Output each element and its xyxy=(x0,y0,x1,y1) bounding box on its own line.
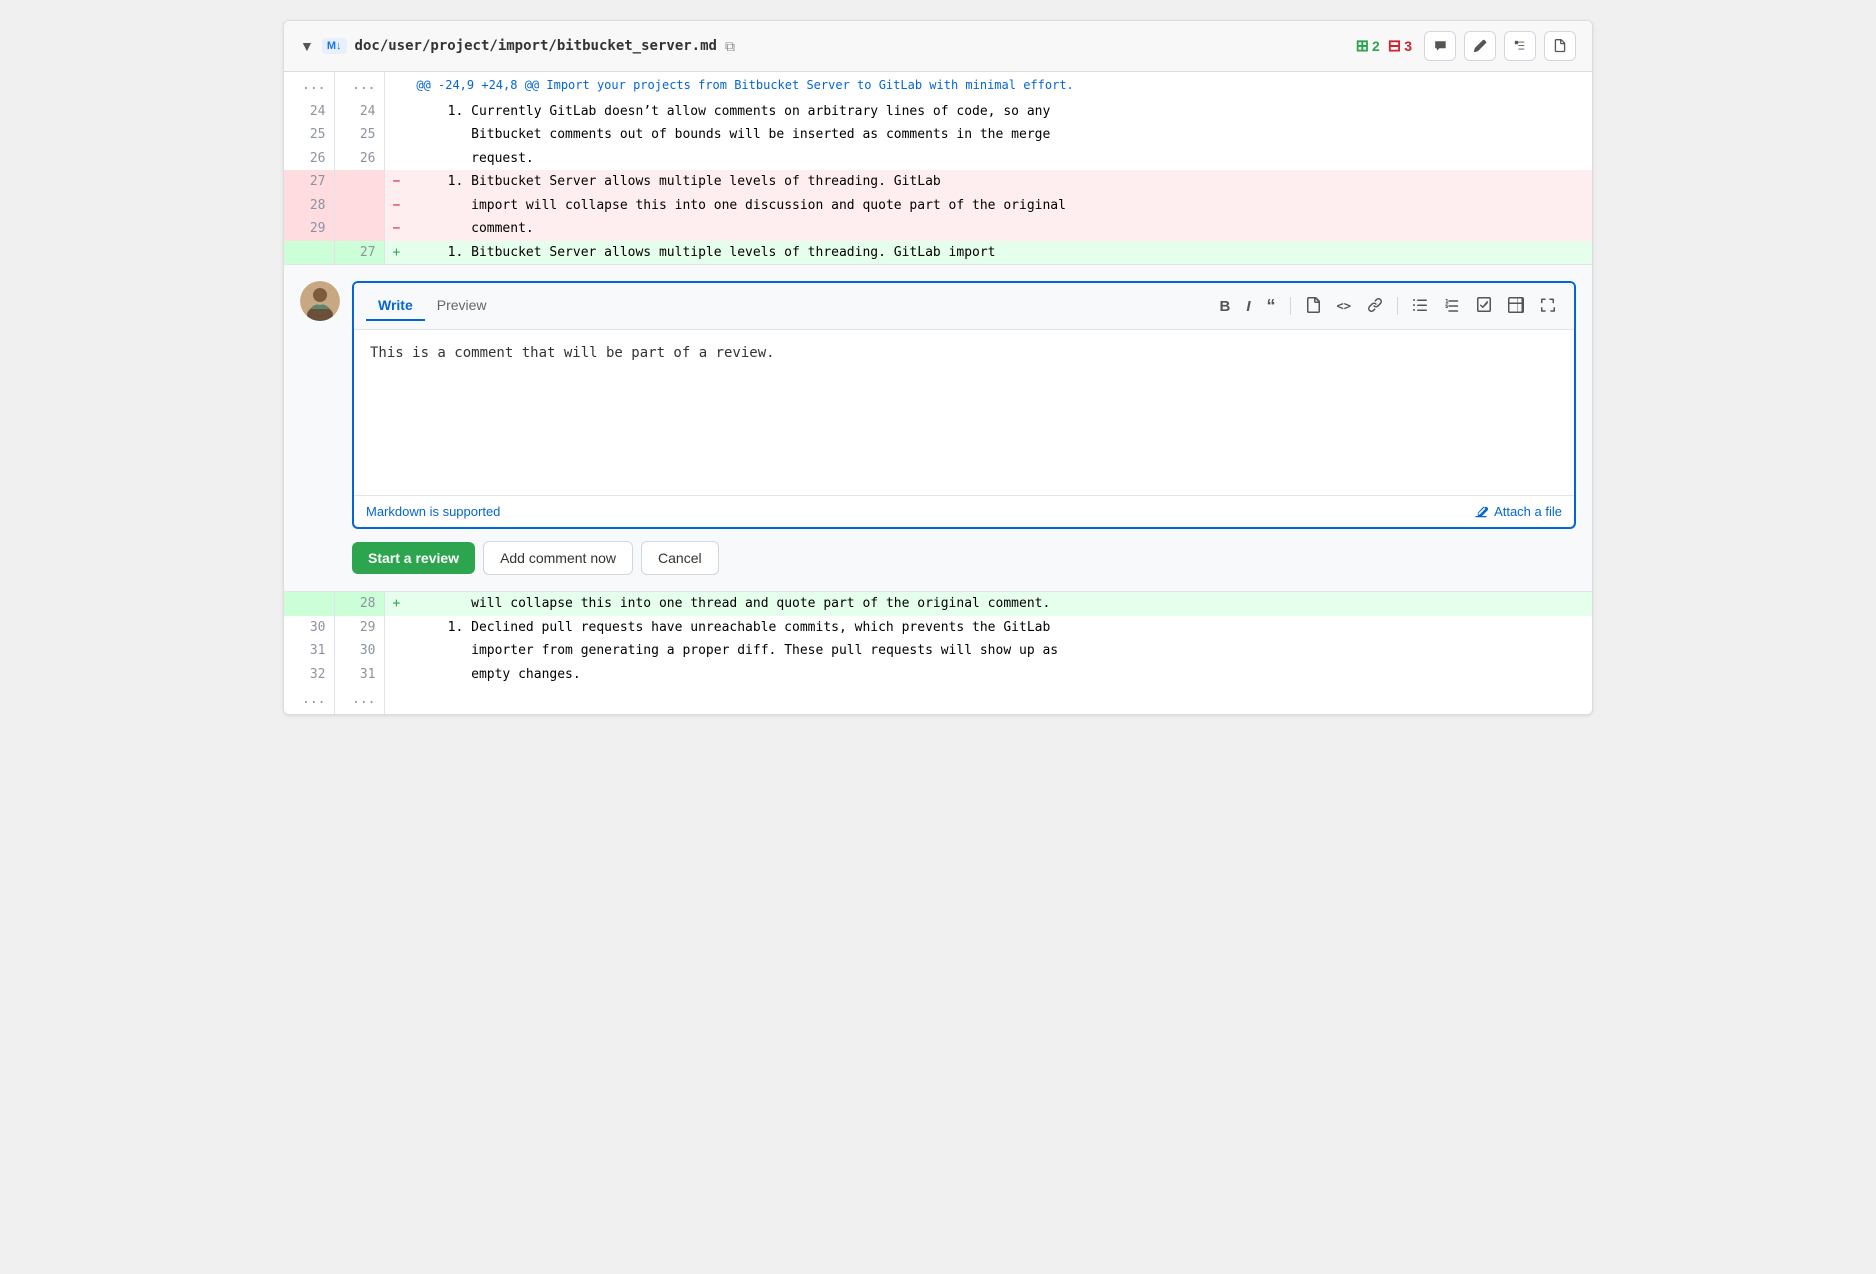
file-type-badge: M↓ xyxy=(322,38,347,54)
comment-toolbar: Write Preview B I “ <> xyxy=(354,283,1574,330)
diff-line-28-added: 28 + will collapse this into one thread … xyxy=(284,592,1592,616)
diff-line-31: 31 30 importer from generating a proper … xyxy=(284,639,1592,663)
diff-line-24: 24 24 1. Currently GitLab doesn’t allow … xyxy=(284,100,1592,124)
comment-tabs: Write Preview xyxy=(366,291,499,321)
quote-btn[interactable]: “ xyxy=(1261,293,1282,319)
comment-actions: Start a review Add comment now Cancel xyxy=(352,541,1576,575)
cancel-button[interactable]: Cancel xyxy=(641,541,719,575)
task-list-btn[interactable] xyxy=(1470,293,1498,320)
table-btn[interactable] xyxy=(1502,293,1530,320)
format-tools: B I “ <> xyxy=(1214,293,1562,320)
file-btn[interactable] xyxy=(1299,293,1327,320)
header-actions xyxy=(1424,31,1576,61)
diff-line-28-removed: 28 − import will collapse this into one … xyxy=(284,194,1592,218)
numbered-list-btn[interactable] xyxy=(1438,293,1466,320)
diff-container: ▼ M↓ doc/user/project/import/bitbucket_s… xyxy=(283,20,1593,715)
line-num-dots-old: ... xyxy=(284,72,334,100)
comment-inner: Write Preview B I “ <> xyxy=(300,281,1576,529)
copy-path-icon[interactable]: ⧉ xyxy=(725,38,735,55)
comment-footer: Markdown is supported Attach a file xyxy=(354,495,1574,527)
user-avatar xyxy=(300,281,340,321)
file-header-left: ▼ M↓ doc/user/project/import/bitbucket_s… xyxy=(300,38,735,55)
added-stat: ⊞ 2 xyxy=(1356,36,1380,56)
diff-line-29-removed: 29 − comment. xyxy=(284,217,1592,241)
fullscreen-btn[interactable] xyxy=(1534,293,1562,320)
start-review-button[interactable]: Start a review xyxy=(352,542,475,574)
attach-file-label: Attach a file xyxy=(1494,504,1562,519)
comment-textarea[interactable]: This is a comment that will be part of a… xyxy=(354,330,1574,490)
bullet-list-btn[interactable] xyxy=(1406,293,1434,320)
diff-line-30: 30 29 1. Declined pull requests have unr… xyxy=(284,616,1592,640)
comment-editor: Write Preview B I “ <> xyxy=(352,281,1576,529)
hunk-info: @@ -24,9 +24,8 @@ Import your projects f… xyxy=(408,72,1591,100)
add-comment-button[interactable]: Add comment now xyxy=(483,541,633,575)
diff-table-bottom: 28 + will collapse this into one thread … xyxy=(284,592,1592,714)
file-path: doc/user/project/import/bitbucket_server… xyxy=(355,38,717,54)
diff-table-top: ... ... @@ -24,9 +24,8 @@ Import your pr… xyxy=(284,72,1592,264)
bold-btn[interactable]: B xyxy=(1214,295,1237,318)
view-file-btn[interactable] xyxy=(1544,31,1576,61)
comment-btn[interactable] xyxy=(1424,31,1456,61)
view-original-btn[interactable] xyxy=(1504,31,1536,61)
format-divider-2 xyxy=(1397,297,1398,315)
diff-line-25: 25 25 Bitbucket comments out of bounds w… xyxy=(284,123,1592,147)
collapse-icon[interactable]: ▼ xyxy=(300,38,314,54)
diff-line-26: 26 26 request. xyxy=(284,147,1592,171)
diff-line-27-removed: 27 − 1. Bitbucket Server allows multiple… xyxy=(284,170,1592,194)
italic-btn[interactable]: I xyxy=(1240,295,1256,318)
code-btn[interactable]: <> xyxy=(1331,296,1357,316)
add-stat-icon: ⊞ xyxy=(1356,36,1369,56)
diff-stats: ⊞ 2 ⊟ 3 xyxy=(1356,36,1412,56)
link-btn[interactable] xyxy=(1361,293,1389,320)
file-header-right: ⊞ 2 ⊟ 3 xyxy=(1356,31,1576,61)
line-num-dots-new: ... xyxy=(334,72,384,100)
diff-line-32: 32 31 empty changes. xyxy=(284,663,1592,687)
format-divider-1 xyxy=(1290,297,1291,315)
tab-preview[interactable]: Preview xyxy=(425,291,499,321)
diff-dots-bottom: ... ... xyxy=(284,686,1592,714)
diff-dots-row: ... ... @@ -24,9 +24,8 @@ Import your pr… xyxy=(284,72,1592,100)
file-header: ▼ M↓ doc/user/project/import/bitbucket_s… xyxy=(284,21,1592,72)
tab-write[interactable]: Write xyxy=(366,291,425,321)
diff-line-27-added: 27 + 1. Bitbucket Server allows multiple… xyxy=(284,241,1592,265)
removed-stat: ⊟ 3 xyxy=(1388,36,1412,56)
markdown-hint-link[interactable]: Markdown is supported xyxy=(366,504,500,519)
attach-file-btn[interactable]: Attach a file xyxy=(1474,504,1562,519)
remove-stat-icon: ⊟ xyxy=(1388,36,1401,56)
edit-btn[interactable] xyxy=(1464,31,1496,61)
comment-section: Write Preview B I “ <> xyxy=(284,264,1592,592)
